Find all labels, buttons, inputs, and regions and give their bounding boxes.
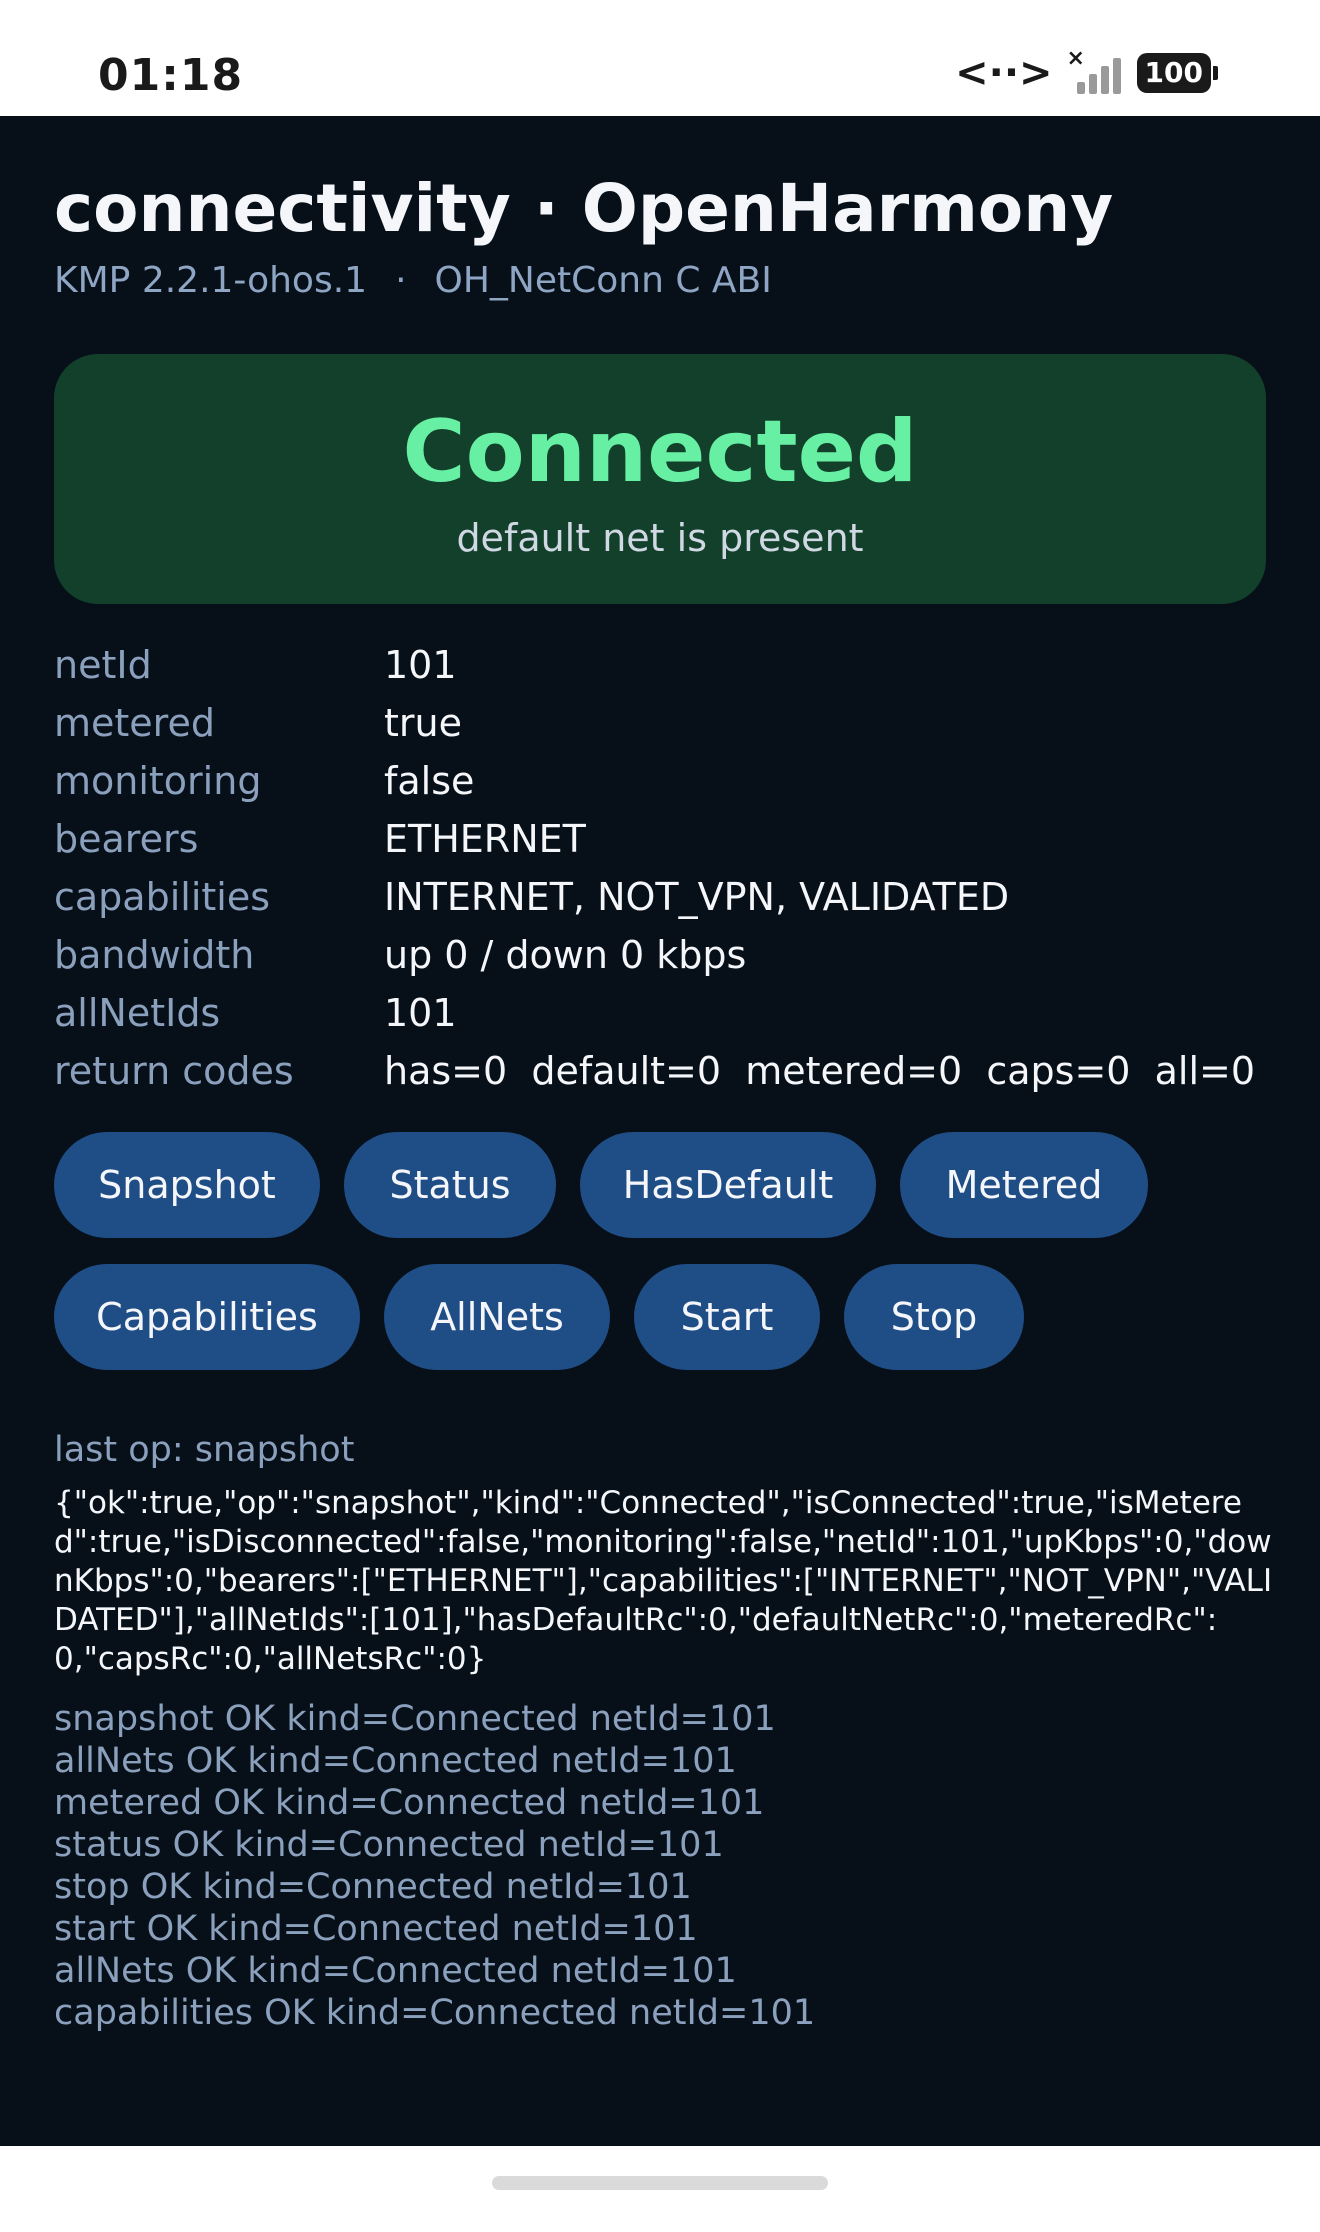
metered-button[interactable]: Metered: [900, 1132, 1148, 1238]
connection-state: Connected: [402, 402, 918, 502]
detail-key: netId: [54, 643, 152, 687]
detail-value: 101: [384, 643, 457, 687]
detail-row-metered: metered true: [54, 694, 1274, 752]
detail-row-bearers: bearers ETHERNET: [54, 810, 1274, 868]
log-line: metered OK kind=Connected netId=101: [54, 1783, 765, 1823]
home-indicator[interactable]: [492, 2176, 828, 2190]
detail-row-allnetids: allNetIds 101: [54, 984, 1274, 1042]
detail-row-monitoring: monitoring false: [54, 752, 1274, 810]
detail-key: allNetIds: [54, 991, 221, 1035]
snapshot-button[interactable]: Snapshot: [54, 1132, 320, 1238]
json-output: {"ok":true,"op":"snapshot","kind":"Conne…: [54, 1485, 1273, 1677]
detail-value: false: [384, 759, 475, 803]
status-button[interactable]: Status: [344, 1132, 556, 1238]
log-line: start OK kind=Connected netId=101: [54, 1909, 698, 1949]
log-line: snapshot OK kind=Connected netId=101: [54, 1699, 776, 1739]
detail-value: true: [384, 701, 462, 745]
page-title: connectivity · OpenHarmony: [54, 170, 1114, 247]
log-line: status OK kind=Connected netId=101: [54, 1825, 724, 1865]
detail-row-bandwidth: bandwidth up 0 / down 0 kbps: [54, 926, 1274, 984]
last-op-label: last op: snapshot: [54, 1430, 355, 1470]
status-icons: <··> × 100: [955, 46, 1218, 96]
network-details: netId 101 metered true monitoring false …: [54, 636, 1274, 1100]
detail-row-return-codes: return codes has=0 default=0 metered=0 c…: [54, 1042, 1274, 1100]
subtitle-version: KMP 2.2.1-ohos.1: [54, 260, 368, 301]
detail-value: 101: [384, 991, 457, 1035]
battery-icon: 100: [1136, 53, 1218, 93]
clock: 01:18: [98, 50, 244, 101]
subtitle-abi: OH_NetConn C ABI: [434, 260, 772, 301]
detail-key: monitoring: [54, 759, 262, 803]
detail-value: INTERNET, NOT_VPN, VALIDATED: [384, 875, 1010, 919]
detail-key: metered: [54, 701, 215, 745]
detail-key: return codes: [54, 1049, 294, 1093]
action-buttons-row-1: Snapshot Status HasDefault Metered: [54, 1132, 1148, 1238]
cellular-signal-icon: ×: [1067, 46, 1123, 94]
subtitle-separator: ·: [395, 260, 407, 301]
detail-key: bandwidth: [54, 933, 255, 977]
operation-log: snapshot OK kind=Connected netId=101 all…: [54, 1698, 1274, 2034]
page-subtitle: KMP 2.2.1-ohos.1 · OH_NetConn C ABI: [54, 260, 772, 301]
system-navigation-bar: [0, 2146, 1320, 2232]
detail-key: capabilities: [54, 875, 271, 919]
connection-description: default net is present: [456, 516, 864, 560]
stop-button[interactable]: Stop: [844, 1264, 1024, 1370]
log-line: allNets OK kind=Connected netId=101: [54, 1951, 737, 1991]
network-link-icon: <··>: [955, 50, 1053, 96]
detail-key: bearers: [54, 817, 199, 861]
connection-status-card: Connected default net is present: [54, 354, 1266, 604]
all-nets-button[interactable]: AllNets: [384, 1264, 610, 1370]
app-screen: connectivity · OpenHarmony KMP 2.2.1-oho…: [0, 116, 1320, 2146]
action-buttons-row-2: Capabilities AllNets Start Stop: [54, 1264, 1024, 1370]
log-line: stop OK kind=Connected netId=101: [54, 1867, 692, 1907]
log-line: capabilities OK kind=Connected netId=101: [54, 1993, 816, 2033]
detail-value: ETHERNET: [384, 817, 586, 861]
detail-value: up 0 / down 0 kbps: [384, 933, 747, 977]
detail-row-capabilities: capabilities INTERNET, NOT_VPN, VALIDATE…: [54, 868, 1274, 926]
capabilities-button[interactable]: Capabilities: [54, 1264, 360, 1370]
system-status-bar: 01:18 <··> × 100: [0, 0, 1320, 116]
battery-level: 100: [1136, 53, 1211, 93]
detail-row-netid: netId 101: [54, 636, 1274, 694]
has-default-button[interactable]: HasDefault: [580, 1132, 876, 1238]
log-line: allNets OK kind=Connected netId=101: [54, 1741, 737, 1781]
detail-value: has=0 default=0 metered=0 caps=0 all=0: [384, 1049, 1256, 1093]
start-button[interactable]: Start: [634, 1264, 820, 1370]
